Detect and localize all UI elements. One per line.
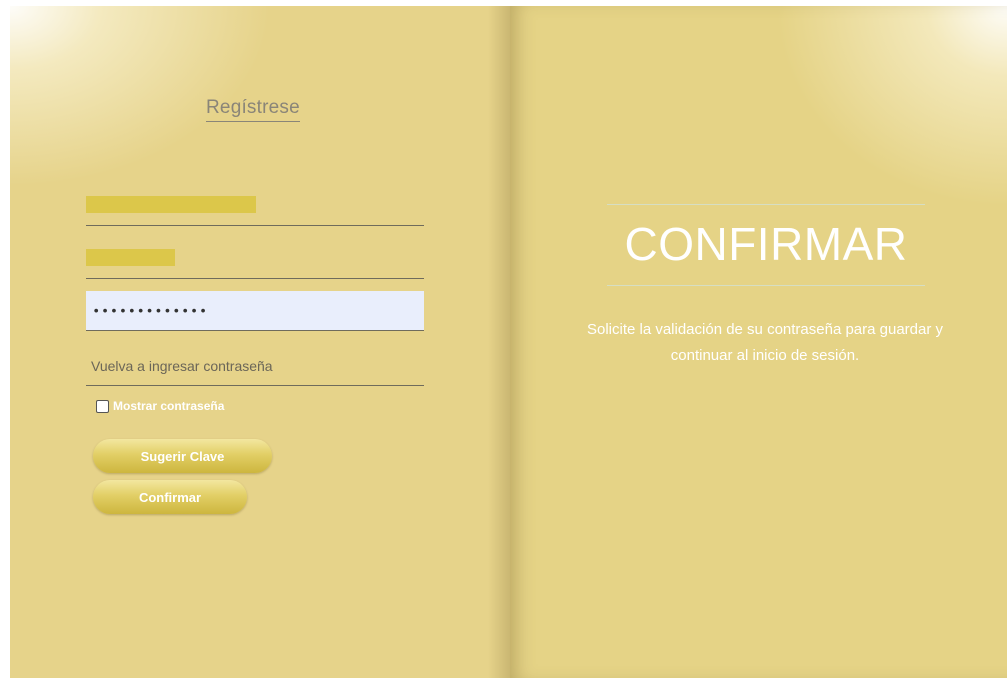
- password-field[interactable]: •••••••••••••: [86, 291, 424, 331]
- confirm-heading-box: CONFIRMAR: [607, 204, 925, 286]
- show-password-toggle[interactable]: Mostrar contraseña: [96, 399, 224, 413]
- redacted-name-value: [86, 196, 256, 213]
- repeat-password-field[interactable]: Vuelva a ingresar contraseña: [86, 346, 424, 386]
- confirm-description: Solicite la validación de su contraseña …: [586, 321, 944, 364]
- signup-title-link[interactable]: Regístrese: [206, 97, 300, 122]
- show-password-label: Mostrar contraseña: [113, 399, 225, 413]
- confirm-button[interactable]: Confirmar: [93, 480, 247, 514]
- name-field[interactable]: [86, 194, 424, 226]
- redacted-email-value: [86, 249, 175, 266]
- email-field[interactable]: [86, 247, 424, 279]
- repeat-password-placeholder: Vuelva a ingresar contraseña: [91, 358, 273, 374]
- signup-panel: Regístrese ••••••••••••• Vuelva a ingres…: [10, 6, 510, 678]
- suggest-password-button[interactable]: Sugerir Clave: [93, 439, 272, 473]
- page-frame: Regístrese ••••••••••••• Vuelva a ingres…: [10, 6, 1007, 678]
- confirm-heading: CONFIRMAR: [624, 218, 908, 270]
- confirm-overlay-panel: CONFIRMAR Solicite la validación de su c…: [510, 6, 1007, 678]
- show-password-checkbox[interactable]: [96, 399, 109, 413]
- password-masked-value: •••••••••••••: [92, 304, 208, 320]
